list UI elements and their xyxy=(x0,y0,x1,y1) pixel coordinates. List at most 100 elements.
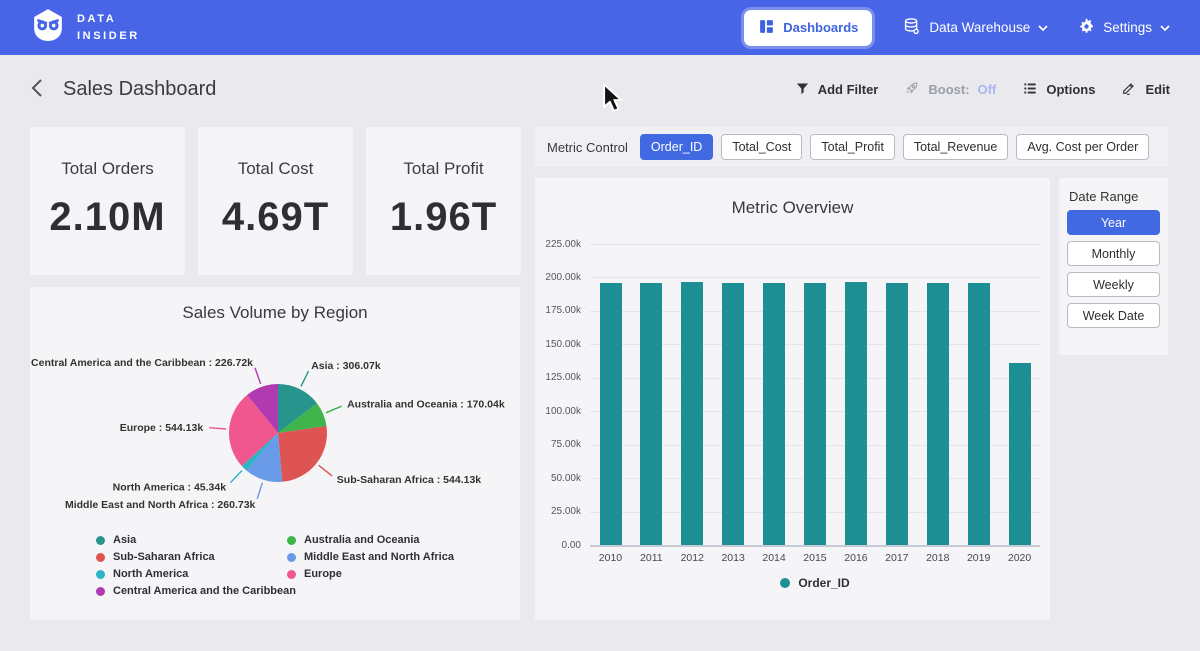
brand-logo[interactable]: DATA INSIDER xyxy=(30,8,140,47)
date-range-button-monthly[interactable]: Monthly xyxy=(1067,241,1160,266)
bar-2014[interactable] xyxy=(763,283,785,545)
boost-value: Off xyxy=(978,82,997,97)
edit-button[interactable]: Edit xyxy=(1121,80,1170,99)
rocket-icon xyxy=(904,80,920,99)
pie-legend-col2: Australia and Oceania Middle East and Nor… xyxy=(287,534,454,585)
add-filter-button[interactable]: Add Filter xyxy=(795,81,879,99)
legend-label: North America xyxy=(113,568,188,580)
kpi-label: Total Profit xyxy=(366,159,521,179)
legend-label: Europe xyxy=(304,568,342,580)
pie-label-australia-and-oceania: Australia and Oceania : 170.04k xyxy=(347,398,505,410)
legend-item-central-america-and-the-caribbean[interactable]: Central America and the Caribbean xyxy=(96,585,296,597)
metric-button-order-id[interactable]: Order_ID xyxy=(640,134,713,160)
metric-button-total-cost[interactable]: Total_Cost xyxy=(721,134,802,160)
kpi-value: 2.10M xyxy=(30,195,185,240)
y-tick-label: 150.00k xyxy=(535,339,581,350)
legend-item-north-america[interactable]: North America xyxy=(96,568,296,580)
bar-2020[interactable] xyxy=(1009,363,1031,545)
bar-2010[interactable] xyxy=(600,283,622,545)
nav-data-warehouse-menu[interactable]: Data Warehouse xyxy=(902,17,1048,39)
gridline xyxy=(590,545,1040,547)
bar-chart-legend[interactable]: Order_ID xyxy=(590,576,1040,590)
kpi-card-total-profit: Total Profit 1.96T xyxy=(366,127,521,275)
database-icon xyxy=(902,17,921,39)
date-range-button-week-date[interactable]: Week Date xyxy=(1067,303,1160,328)
pie-callout-line xyxy=(255,368,261,384)
bar-2013[interactable] xyxy=(722,283,744,545)
legend-item-europe[interactable]: Europe xyxy=(287,568,454,580)
chevron-left-icon xyxy=(30,78,43,101)
gridline xyxy=(590,277,1040,278)
legend-item-sub-saharan-africa[interactable]: Sub-Saharan Africa xyxy=(96,551,296,563)
bar-2016[interactable] xyxy=(845,282,867,545)
kpi-label: Total Orders xyxy=(30,159,185,179)
add-filter-label: Add Filter xyxy=(818,82,879,97)
bar-2019[interactable] xyxy=(968,283,990,546)
x-tick-label: 2014 xyxy=(754,552,795,564)
kpi-card-total-orders: Total Orders 2.10M xyxy=(30,127,185,275)
x-tick-label: 2017 xyxy=(876,552,917,564)
bar-2018[interactable] xyxy=(927,283,949,545)
pie-callout-line xyxy=(326,406,342,413)
bar-2017[interactable] xyxy=(886,283,908,545)
kpi-label: Total Cost xyxy=(198,159,353,179)
metric-control-buttons: Order_ID Total_Cost Total_Profit Total_Reve… xyxy=(640,134,1149,160)
legend-dot xyxy=(287,570,296,579)
boost-toggle[interactable]: Boost: Off xyxy=(904,80,996,99)
legend-dot xyxy=(287,536,296,545)
legend-item-asia[interactable]: Asia xyxy=(96,534,296,546)
legend-label: Sub-Saharan Africa xyxy=(113,551,215,563)
date-range-button-weekly[interactable]: Weekly xyxy=(1067,272,1160,297)
pie-slice-sub-saharan-africa[interactable] xyxy=(278,426,327,482)
bar-2011[interactable] xyxy=(640,283,662,545)
date-range-card: Date Range YearMonthlyWeeklyWeek Date xyxy=(1059,178,1168,355)
metric-button-avg-cost-per-order[interactable]: Avg. Cost per Order xyxy=(1016,134,1149,160)
pie-label-asia: Asia : 306.07k xyxy=(311,360,381,372)
nav-data-warehouse-label: Data Warehouse xyxy=(929,20,1030,35)
y-tick-label: 100.00k xyxy=(535,406,581,417)
pie-label-sub-saharan-africa: Sub-Saharan Africa : 544.13k xyxy=(337,474,481,486)
back-button[interactable] xyxy=(30,78,43,101)
filter-icon xyxy=(795,81,810,99)
bar-legend-label: Order_ID xyxy=(798,576,849,590)
metric-control-bar: Metric Control Order_ID Total_Cost Total_P… xyxy=(535,127,1168,167)
nav-dashboards-button[interactable]: Dashboards xyxy=(744,10,872,46)
legend-dot xyxy=(96,536,105,545)
legend-label: Asia xyxy=(113,534,136,546)
x-tick-label: 2020 xyxy=(999,552,1040,564)
metric-button-total-profit[interactable]: Total_Profit xyxy=(810,134,895,160)
nav-settings-label: Settings xyxy=(1103,20,1152,35)
sales-by-region-card: Sales Volume by Region Asia : 306.07kAus… xyxy=(30,287,520,620)
metric-overview-card: Metric Overview Order_ID 0.0025.00k50.00… xyxy=(535,178,1050,620)
app-root: DATA INSIDER Dashboards xyxy=(0,0,1200,651)
date-range-button-year[interactable]: Year xyxy=(1067,210,1160,235)
brand-name: DATA INSIDER xyxy=(77,11,140,44)
nav-settings-menu[interactable]: Settings xyxy=(1078,18,1170,38)
legend-dot xyxy=(287,553,296,562)
bar-2015[interactable] xyxy=(804,283,826,545)
legend-item-australia-and-oceania[interactable]: Australia and Oceania xyxy=(287,534,454,546)
bar-2012[interactable] xyxy=(681,282,703,545)
metric-button-total-revenue[interactable]: Total_Revenue xyxy=(903,134,1008,160)
y-tick-label: 175.00k xyxy=(535,305,581,316)
metric-control-label: Metric Control xyxy=(547,140,628,155)
boost-label: Boost: xyxy=(928,82,969,97)
x-tick-label: 2012 xyxy=(672,552,713,564)
legend-dot xyxy=(96,570,105,579)
gridline xyxy=(590,244,1040,245)
brand-line-1: DATA xyxy=(77,11,140,28)
options-button[interactable]: Options xyxy=(1022,81,1095,99)
pie-label-middle-east-and-north-africa: Middle East and North Africa : 260.73k xyxy=(65,499,256,511)
y-tick-label: 125.00k xyxy=(535,372,581,383)
y-tick-label: 25.00k xyxy=(535,506,581,517)
legend-label: Middle East and North Africa xyxy=(304,551,454,563)
legend-item-middle-east-and-north-africa[interactable]: Middle East and North Africa xyxy=(287,551,454,563)
legend-dot xyxy=(96,587,105,596)
legend-label: Central America and the Caribbean xyxy=(113,585,296,597)
top-navbar: DATA INSIDER Dashboards xyxy=(0,0,1200,55)
y-tick-label: 225.00k xyxy=(535,239,581,250)
y-tick-label: 75.00k xyxy=(535,439,581,450)
navbar-menu: Dashboards Data Warehouse xyxy=(744,10,1170,46)
page-header: Sales Dashboard Add Filter xyxy=(30,78,1170,101)
pie-label-north-america: North America : 45.34k xyxy=(113,482,227,494)
